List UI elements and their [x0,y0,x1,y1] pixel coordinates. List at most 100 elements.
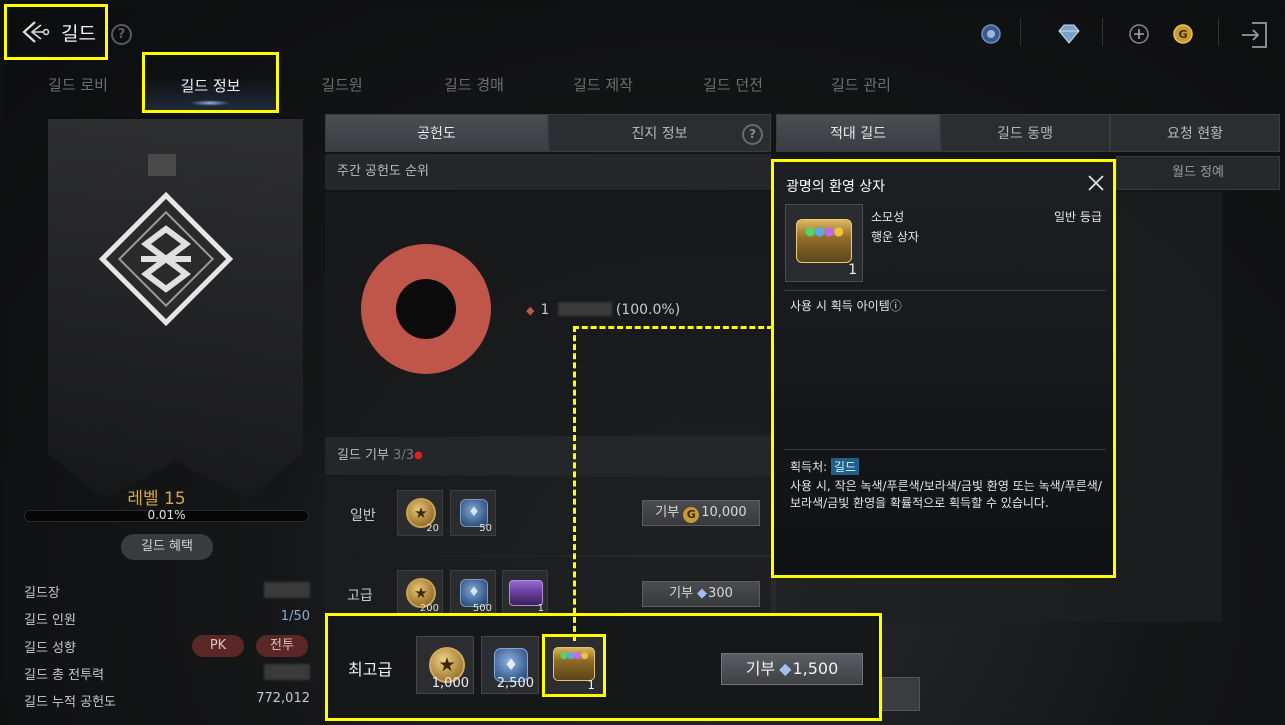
separator [1020,18,1021,46]
partial-button[interactable] [882,677,920,711]
exit-icon[interactable] [1238,18,1272,52]
connector-line [573,326,773,329]
subtab-hostile-guild[interactable]: 적대 길드 [776,114,940,152]
subtab-contribution[interactable]: 공헌도 [325,114,548,152]
source-tag: 길드 [831,458,860,475]
info-label: 길드 인원 [24,613,76,628]
guild-xp-percent: 0.01% [147,508,186,522]
back-arrow-icon [22,21,50,43]
gold-coin-icon[interactable]: G [1172,23,1194,45]
tab-guild-craft[interactable]: 길드 제작 [551,70,655,100]
item-count: 1 [848,262,857,278]
info-row-leader: 길드장 [24,582,310,604]
donate-count: 3/3 [393,448,415,463]
info-value-blurred [264,664,310,684]
info-row-tendency: 길드 성향 PK 전투 [24,635,310,659]
donate-normal-button[interactable]: 기부 G 10,000 [642,500,760,526]
legend-marker-icon: ◆ [526,304,535,317]
donate-premium-button[interactable]: 기부 ◆1,500 [721,653,863,685]
subtab-request-status[interactable]: 요청 현황 [1110,114,1280,152]
info-label: 길드 누적 공헌도 [24,695,116,710]
item-slot[interactable]: ♦ 2,500 [481,636,539,694]
subtab-guild-alliance[interactable]: 길드 동맹 [940,114,1110,152]
illusion-box-icon: ●●●● [796,219,852,263]
divider [784,449,1106,450]
separator [1218,18,1219,46]
tab-guild-auction[interactable]: 길드 경매 [422,70,526,100]
info-row-contribution: 길드 누적 공헌도 772,012 [24,691,310,713]
subtab-camp-info-label: 진지 정보 [631,126,688,142]
tab-guild-manage[interactable]: 길드 관리 [809,70,913,100]
illusion-box-icon: ●●●● [553,647,595,681]
item-slot[interactable]: ♦ 50 [450,490,496,536]
guild-emblem-icon [96,189,236,333]
donate-button-label: 기부 [669,586,694,601]
item-slot-highlighted[interactable]: ●●●● 1 [542,634,606,697]
tab-guild-info[interactable]: 길드 정보 [142,52,279,113]
info-value: 772,012 [256,691,310,706]
divider [784,290,1106,291]
item-slot[interactable]: ★ 200 [397,570,443,616]
diamond-icon: ◆ [779,659,792,678]
legend-name-blurred [557,302,612,316]
help-icon[interactable]: ? [111,24,132,45]
guild-level: 레벨 15 [127,489,186,509]
tab-guild-members[interactable]: 길드원 [300,70,384,100]
tab-world-elite[interactable]: 월드 정예 [1116,156,1280,190]
item-count: 1 [587,678,595,692]
item-slot[interactable]: 1 [502,570,548,616]
item-slot[interactable]: ♦ 500 [450,570,496,616]
page-title: 길드 [61,22,96,45]
ranking-legend: ◆ 1 (100.0%) [526,302,680,318]
info-value-blurred [264,582,310,602]
row-label: 최고급 [348,660,393,679]
tab-guild-lobby[interactable]: 길드 로비 [34,70,122,100]
help-icon[interactable]: ? [742,124,763,145]
donate-advanced-button[interactable]: 기부 ◆300 [642,581,760,607]
guild-name-blurred [148,154,176,176]
weekly-ranking-header: 주간 공헌도 순위 [325,154,771,190]
guild-benefit-button[interactable]: 길드 혜택 [121,534,213,560]
source-line: 획득처: 길드 [790,458,860,475]
item-description: 사용 시, 작은 녹색/푸른색/보라색/금빛 환영 또는 녹색/푸른색/보라색/… [790,479,1102,510]
gems-decoration: ●●●● [560,651,588,661]
plus-icon[interactable] [1128,23,1150,45]
donate-title: 길드 기부 [337,448,389,463]
item-slot[interactable]: ★ 20 [397,490,443,536]
tooltip-title: 광명의 환영 상자 [786,179,886,195]
donate-button-label: 기부 [745,659,776,678]
svg-text:G: G [1178,28,1187,41]
donate-row-premium: 최고급 ★ 1,000 ♦ 2,500 ●●●● 1 기부 ◆1,500 [325,613,882,721]
pk-badge: PK [192,635,244,657]
separator [1102,18,1103,46]
subtab-camp-info[interactable]: 진지 정보 ? [548,114,771,152]
info-row-members: 길드 인원 1/50 [24,609,310,631]
item-grade: 일반 등급 [1054,210,1102,224]
item-type: 소모성 [871,210,905,224]
info-label: 길드 총 전투력 [24,668,105,683]
game-window: 길드 ? G 길드 로비 길드 정보 길드원 길드 경매 길드 제작 길드 던전… [4,4,1285,725]
legend-rank: 1 [540,302,550,318]
donate-header: 길드 기부 3/3● [325,437,771,475]
item-subtype: 행운 상자 [871,230,919,244]
legend-percent: (100.0%) [615,302,681,318]
item-tooltip: 광명의 환영 상자 ●●●● 1 소모성 일반 등급 행운 상자 사용 시 획득… [771,159,1116,578]
info-value: 1/50 [280,609,310,624]
row-label: 일반 [350,508,376,524]
app-root: 길드 ? G 길드 로비 길드 정보 길드원 길드 경매 길드 제작 길드 던전… [0,0,1285,725]
tooltip-item-slot: ●●●● 1 [785,204,863,282]
notification-dot-icon: ● [414,450,423,461]
close-icon[interactable] [1087,174,1105,192]
item-slot[interactable]: ★ 1,000 [416,636,474,694]
item-count: 50 [479,523,492,534]
tab-guild-dungeon[interactable]: 길드 던전 [681,70,785,100]
donate-cost: 10,000 [701,505,747,520]
blue-emblem-icon[interactable] [980,23,1002,45]
gold-coin-icon: G [683,507,700,523]
back-button[interactable]: 길드 [4,4,108,60]
tab-guild-info-label: 길드 정보 [180,77,241,95]
diamond-icon[interactable] [1057,23,1080,45]
war-badge: 전투 [256,635,308,657]
item-count: 2,500 [496,676,534,691]
donate-cost: 1,500 [792,659,839,678]
